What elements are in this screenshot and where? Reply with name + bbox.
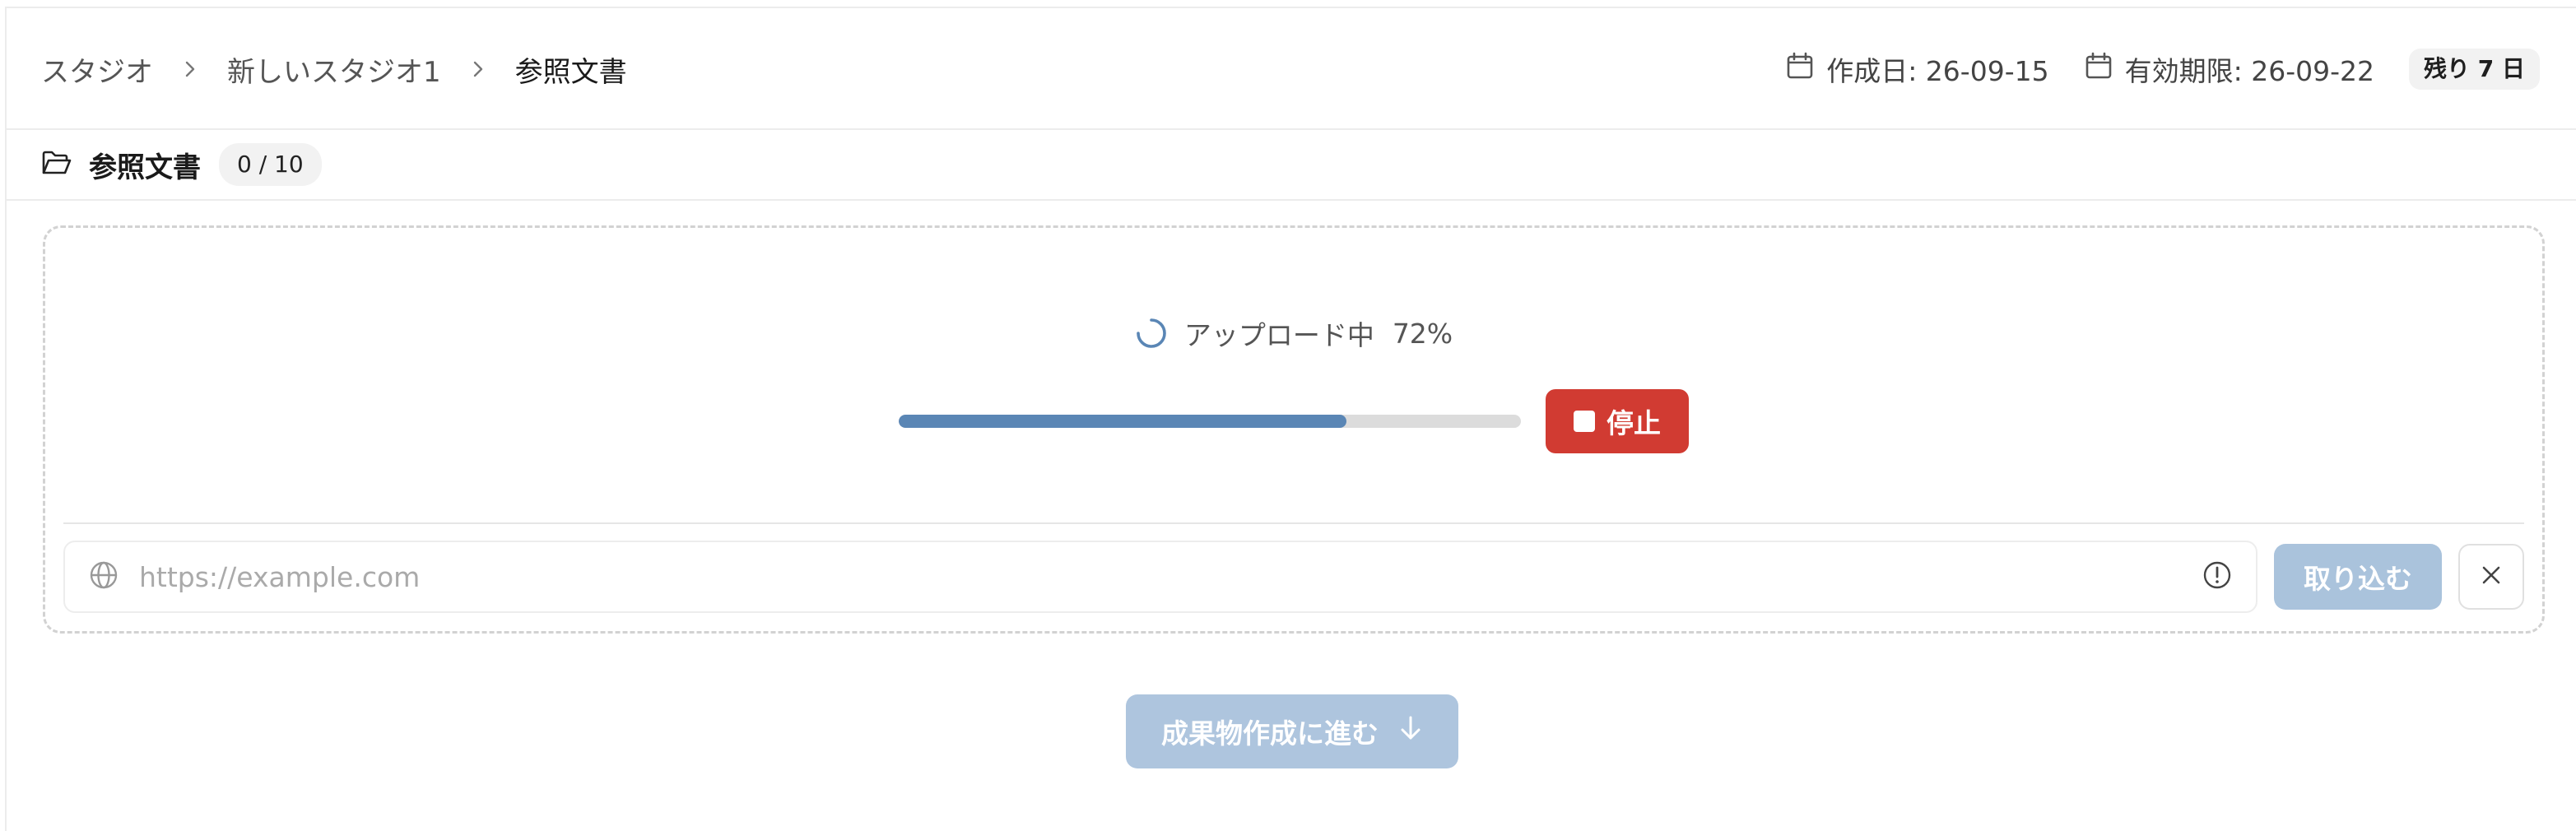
- close-icon: [2480, 564, 2503, 590]
- upload-status-text: アップロード中: [1183, 319, 1374, 351]
- close-url-button[interactable]: [2458, 544, 2524, 610]
- upload-percent: 72%: [1392, 317, 1453, 350]
- upload-progress-bar: [899, 415, 1521, 428]
- calendar-icon: [1785, 51, 1815, 87]
- section-title: 参照文書: [89, 151, 201, 184]
- stop-icon: [1574, 411, 1595, 432]
- info-icon[interactable]: [2202, 559, 2233, 594]
- breadcrumb-item-current: 参照文書: [514, 55, 627, 89]
- arrow-down-icon: [1398, 714, 1423, 749]
- proceed-to-output-button[interactable]: 成果物作成に進む: [1126, 694, 1458, 768]
- spinner-icon: [1135, 317, 1168, 350]
- breadcrumb: スタジオ 新しいスタジオ1 参照文書: [41, 44, 627, 94]
- stop-button-label: 停止: [1607, 407, 1661, 439]
- folder-open-icon: [41, 149, 72, 180]
- document-count-badge: 0 / 10: [219, 143, 322, 186]
- import-button[interactable]: 取り込む: [2274, 544, 2442, 610]
- proceed-button-label: 成果物作成に進む: [1161, 717, 1379, 750]
- chevron-right-icon: [441, 60, 515, 78]
- url-import-row: 取り込む: [63, 541, 2524, 613]
- breadcrumb-item-new-studio[interactable]: 新しいスタジオ1: [227, 49, 441, 90]
- stop-upload-button[interactable]: 停止: [1546, 389, 1689, 453]
- chevron-right-icon: [153, 60, 227, 78]
- upload-dropzone[interactable]: アップロード中 72% 停止 取り込む: [43, 225, 2545, 634]
- upload-progress-fill: [899, 415, 1347, 428]
- section-header: 参照文書 0 / 10: [7, 130, 2576, 201]
- remaining-days-badge: 残り 7 日: [2409, 49, 2540, 90]
- studio-meta: 作成日: 26-09-15 有効期限: 26-09-22 残り 7 日: [1785, 44, 2540, 94]
- url-field[interactable]: [63, 541, 2257, 613]
- created-date: 作成日: 26-09-15: [1785, 49, 2049, 89]
- url-input[interactable]: [137, 559, 2202, 594]
- created-date-text: 作成日: 26-09-15: [1826, 55, 2049, 87]
- globe-icon: [88, 559, 119, 594]
- divider: [63, 522, 2524, 524]
- expiry-date-text: 有効期限: 26-09-22: [2124, 55, 2375, 87]
- header: スタジオ 新しいスタジオ1 参照文書 作成日: 26-09-15 有効期限: 2…: [7, 8, 2576, 130]
- app-frame: スタジオ 新しいスタジオ1 参照文書 作成日: 26-09-15 有効期限: 2…: [5, 7, 2576, 831]
- calendar-icon: [2084, 51, 2113, 87]
- progress-row: 停止: [45, 389, 2542, 453]
- upload-status: アップロード中 72%: [45, 313, 2542, 353]
- breadcrumb-item-studio[interactable]: スタジオ: [41, 49, 153, 90]
- expiry-date: 有効期限: 26-09-22: [2084, 49, 2374, 89]
